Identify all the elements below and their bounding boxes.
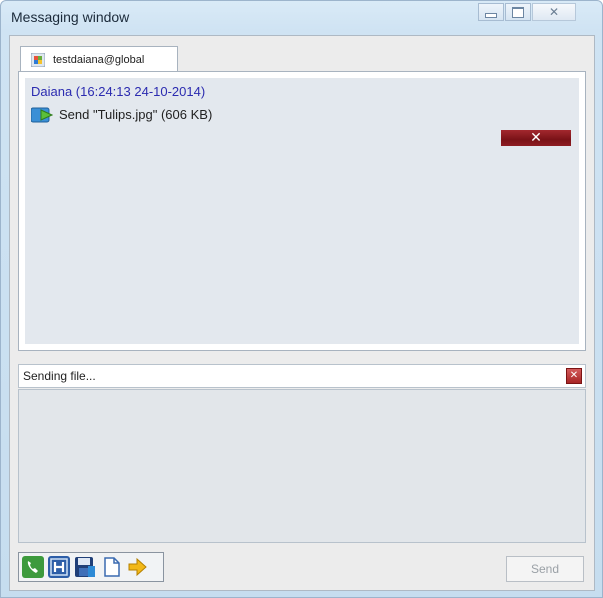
chat-panel: Daiana (16:24:13 24-10-2014) Send "Tulip… bbox=[18, 71, 586, 351]
send-button[interactable]: Send bbox=[506, 556, 584, 582]
document-icon bbox=[104, 557, 120, 577]
message-input[interactable] bbox=[18, 389, 586, 543]
forward-button[interactable] bbox=[125, 555, 149, 579]
phone-icon bbox=[22, 556, 44, 578]
close-icon: ✕ bbox=[530, 130, 542, 146]
tab-conversation[interactable]: testdaiana@global bbox=[20, 46, 178, 72]
h-icon bbox=[48, 556, 70, 578]
message-line: Send "Tulips.jpg" (606 KB) bbox=[31, 106, 212, 123]
contact-icon bbox=[31, 52, 45, 67]
status-close-button[interactable]: ✕ bbox=[566, 368, 582, 384]
toolbar bbox=[18, 552, 164, 582]
message-header: Daiana (16:24:13 24-10-2014) bbox=[31, 84, 206, 99]
status-bar: Sending file... ✕ bbox=[18, 364, 586, 388]
save-icon bbox=[75, 557, 95, 577]
status-text: Sending file... bbox=[23, 369, 96, 383]
title-bar[interactable]: Messaging window ✕ bbox=[1, 1, 602, 35]
close-button[interactable]: ✕ bbox=[532, 3, 576, 21]
window-title: Messaging window bbox=[11, 9, 130, 25]
tab-label: testdaiana@global bbox=[53, 53, 145, 66]
close-icon: ✕ bbox=[569, 370, 579, 381]
chat-history[interactable]: Daiana (16:24:13 24-10-2014) Send "Tulip… bbox=[25, 78, 579, 344]
message-text: Send "Tulips.jpg" (606 KB) bbox=[59, 107, 213, 122]
maximize-icon bbox=[512, 6, 524, 18]
new-document-button[interactable] bbox=[99, 555, 123, 579]
cancel-transfer-button[interactable]: ✕ bbox=[501, 130, 571, 146]
close-icon: ✕ bbox=[548, 5, 560, 19]
minimize-icon bbox=[485, 12, 497, 18]
maximize-button[interactable] bbox=[505, 3, 531, 21]
save-button[interactable] bbox=[73, 555, 97, 579]
arrow-right-icon bbox=[128, 557, 147, 577]
file-transfer-icon bbox=[31, 107, 53, 123]
window-client-area: testdaiana@global Daiana (16:24:13 24-10… bbox=[9, 35, 595, 591]
window-controls: ✕ bbox=[477, 3, 576, 21]
call-button[interactable] bbox=[21, 555, 45, 579]
history-button[interactable] bbox=[47, 555, 71, 579]
minimize-button[interactable] bbox=[478, 3, 504, 21]
messaging-window: Messaging window ✕ testdaiana@global Dai… bbox=[0, 0, 603, 598]
